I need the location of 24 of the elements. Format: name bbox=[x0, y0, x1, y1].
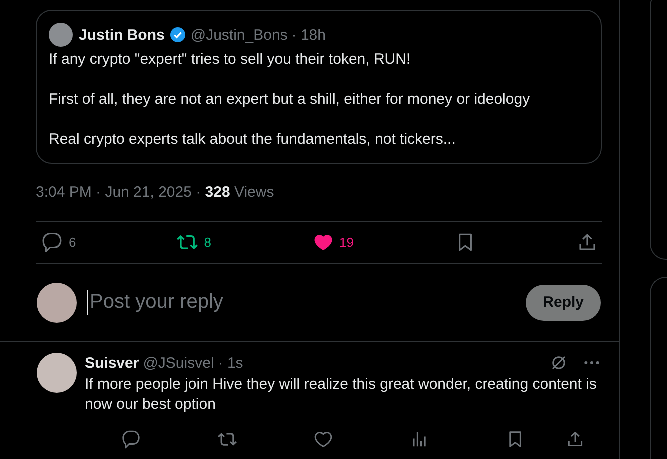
bar-chart-icon[interactable] bbox=[410, 430, 429, 448]
avatar bbox=[37, 282, 77, 323]
post-timestamp-views: 3:04 PM · Jun 21, 2025 · 328 Views bbox=[36, 184, 274, 201]
post-time: · 18h bbox=[292, 26, 326, 44]
share-icon[interactable] bbox=[577, 232, 598, 254]
heart-icon[interactable] bbox=[314, 430, 333, 448]
author-handle[interactable]: @Justin_Bons bbox=[190, 26, 288, 44]
author-handle[interactable]: @JSuisvel bbox=[143, 354, 214, 372]
reply-text: If more people join Hive they will realize this great wonder, creating content is now our best option bbox=[85, 375, 598, 415]
speech-bubble-icon[interactable] bbox=[42, 232, 63, 254]
post-text: If any crypto "expert" tries to sell you their token, RUN! First of all, they are not an expert but a shill, either for money or ideology Real crypto experts talk about the fundamentals, not tickers... bbox=[49, 50, 532, 150]
heart-icon[interactable] bbox=[312, 232, 334, 254]
quoted-post-card[interactable] bbox=[36, 10, 602, 164]
post-time: · 1s bbox=[218, 354, 244, 372]
author-name[interactable]: Suisver bbox=[85, 354, 140, 372]
speech-bubble-icon[interactable] bbox=[122, 430, 141, 448]
share-icon[interactable] bbox=[566, 430, 585, 448]
avatar[interactable] bbox=[37, 353, 77, 393]
slashed-circle-icon[interactable] bbox=[550, 354, 568, 372]
avatar[interactable] bbox=[49, 23, 73, 47]
reply-count: 6 bbox=[69, 235, 76, 250]
author-name[interactable]: Justin Bons bbox=[79, 26, 165, 44]
repost-count: 8 bbox=[204, 235, 212, 250]
like-count: 19 bbox=[340, 235, 354, 250]
